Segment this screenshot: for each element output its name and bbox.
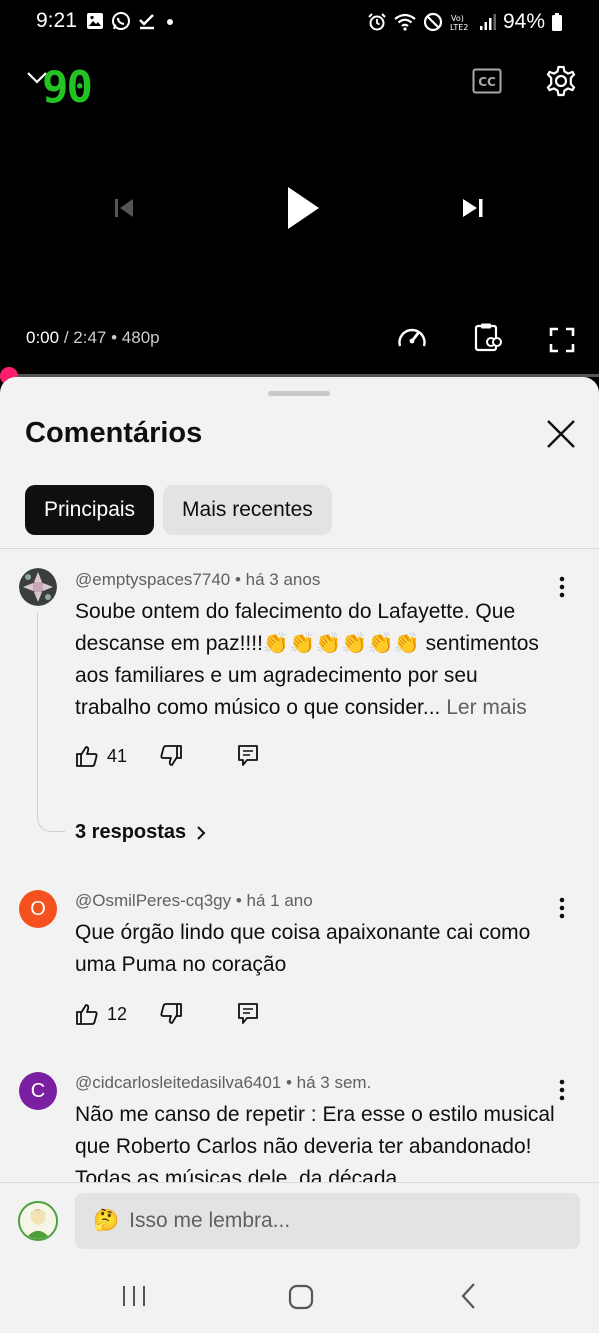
like-button[interactable]: 41 — [75, 744, 127, 768]
comment-text: Que órgão lindo que coisa apaixonante ca… — [75, 921, 531, 976]
comment-meta: @emptyspaces7740 • há 3 anos — [75, 570, 321, 589]
play-icon[interactable] — [282, 184, 322, 232]
captions-icon[interactable]: CC — [472, 68, 502, 94]
gear-icon[interactable] — [544, 64, 578, 98]
next-icon[interactable] — [460, 196, 486, 220]
system-nav-bar — [0, 1260, 599, 1333]
back-icon[interactable] — [460, 1282, 478, 1310]
comment-text: Não me canso de repetir : Era esse o est… — [75, 1103, 555, 1182]
thumbs-up-icon — [76, 746, 98, 767]
svg-text:LTE2: LTE2 — [450, 23, 468, 32]
comment-meta: @OsmilPeres-cq3gy • há 1 ano — [75, 891, 313, 910]
avatar[interactable] — [19, 568, 57, 606]
thread-line — [37, 612, 65, 832]
thumbs-down-icon — [160, 745, 182, 766]
channel-logo: 90 — [42, 62, 93, 113]
comment-author[interactable]: @cidcarlosleitedasilva6401 — [75, 1073, 281, 1092]
divider — [0, 548, 599, 549]
avatar[interactable]: O — [19, 890, 57, 928]
comment-age: há 1 ano — [246, 891, 313, 910]
comment-age: há 3 sem. — [296, 1073, 372, 1092]
alarm-icon — [368, 13, 386, 31]
comments-sheet: Comentários Principais Mais recentes @em… — [0, 377, 599, 1182]
dislike-button[interactable] — [159, 744, 183, 768]
current-time: 0:00 — [26, 328, 60, 347]
comment-placeholder: Isso me lembra... — [129, 1209, 291, 1232]
drag-handle[interactable] — [268, 391, 330, 396]
more-vert-icon[interactable] — [552, 897, 572, 919]
comment-item: C @cidcarlosleitedasilva6401 • há 3 sem.… — [0, 1069, 599, 1182]
more-vert-icon[interactable] — [552, 1079, 572, 1101]
tasks-notification-icon — [139, 14, 154, 30]
avatar[interactable]: C — [19, 1072, 57, 1110]
like-button[interactable]: 12 — [75, 1002, 127, 1026]
signal-icon — [479, 14, 496, 30]
more-notifications-dot-icon — [167, 19, 173, 25]
comment-actions: 12 — [75, 1002, 259, 1026]
playback-speed-icon[interactable] — [396, 324, 428, 350]
comment-author[interactable]: @emptyspaces7740 — [75, 570, 230, 589]
replies-count: 3 respostas — [75, 821, 187, 843]
clip-icon[interactable] — [474, 322, 502, 352]
comment-age: há 3 anos — [245, 570, 321, 589]
reply-button[interactable] — [237, 1002, 259, 1026]
user-avatar[interactable] — [18, 1201, 58, 1241]
thinking-face-icon: 🤔 — [93, 1209, 120, 1232]
svg-text:CC: CC — [478, 75, 496, 89]
reply-icon — [238, 1003, 258, 1024]
like-count: 41 — [107, 745, 128, 766]
more-vert-icon[interactable] — [552, 576, 572, 598]
time-display: 0:00 / 2:47 • 480p — [26, 328, 160, 348]
chevron-right-icon — [197, 825, 206, 840]
dislike-button[interactable] — [159, 1002, 183, 1026]
svg-text:Vo): Vo) — [451, 14, 464, 23]
quality: • 480p — [111, 328, 160, 347]
comment-text: Soube ontem do falecimento do Lafayette.… — [75, 596, 555, 724]
duration: / 2:47 — [63, 328, 107, 347]
read-more-link[interactable]: Ler mais — [446, 696, 527, 719]
do-not-disturb-icon — [423, 12, 443, 32]
battery-percent: 94% — [502, 10, 545, 33]
battery-icon — [552, 13, 562, 31]
comment-meta: @cidcarlosleitedasilva6401 • há 3 sem. — [75, 1073, 372, 1092]
avatar-letter: O — [30, 897, 46, 920]
replies-link[interactable]: 3 respostas — [75, 821, 206, 844]
chip-top[interactable]: Principais — [25, 485, 155, 535]
close-icon[interactable] — [546, 419, 576, 449]
comment-actions: 41 — [75, 744, 259, 768]
status-time: 9:21 — [36, 9, 77, 32]
whatsapp-notification-icon — [112, 12, 130, 30]
comment-composer: 🤔 Isso me lembra... — [0, 1182, 599, 1260]
previous-icon[interactable] — [112, 196, 136, 220]
fullscreen-icon[interactable] — [548, 326, 576, 354]
comment-input[interactable]: 🤔 Isso me lembra... — [75, 1193, 580, 1249]
volte-icon: Vo)LTE2 — [450, 14, 468, 32]
like-count: 12 — [107, 1003, 128, 1024]
status-bar: 9:21 Vo) LTE2 94% — [0, 0, 599, 44]
video-player[interactable]: 90 CC 0:00 / 2:47 • 480p — [0, 44, 599, 385]
comment-author[interactable]: @OsmilPeres-cq3gy — [75, 891, 231, 910]
chip-recent[interactable]: Mais recentes — [163, 485, 332, 535]
reply-button[interactable] — [237, 744, 259, 768]
recent-apps-icon[interactable] — [120, 1284, 148, 1308]
home-icon[interactable] — [288, 1284, 314, 1310]
sheet-title: Comentários — [25, 417, 203, 449]
gallery-notification-icon — [87, 13, 103, 29]
thumbs-up-icon — [76, 1004, 98, 1025]
wifi-icon — [394, 13, 416, 31]
sort-chips: Principais Mais recentes — [25, 485, 332, 535]
thumbs-down-icon — [160, 1003, 182, 1024]
reply-icon — [238, 745, 258, 766]
avatar-letter: C — [30, 1079, 46, 1102]
